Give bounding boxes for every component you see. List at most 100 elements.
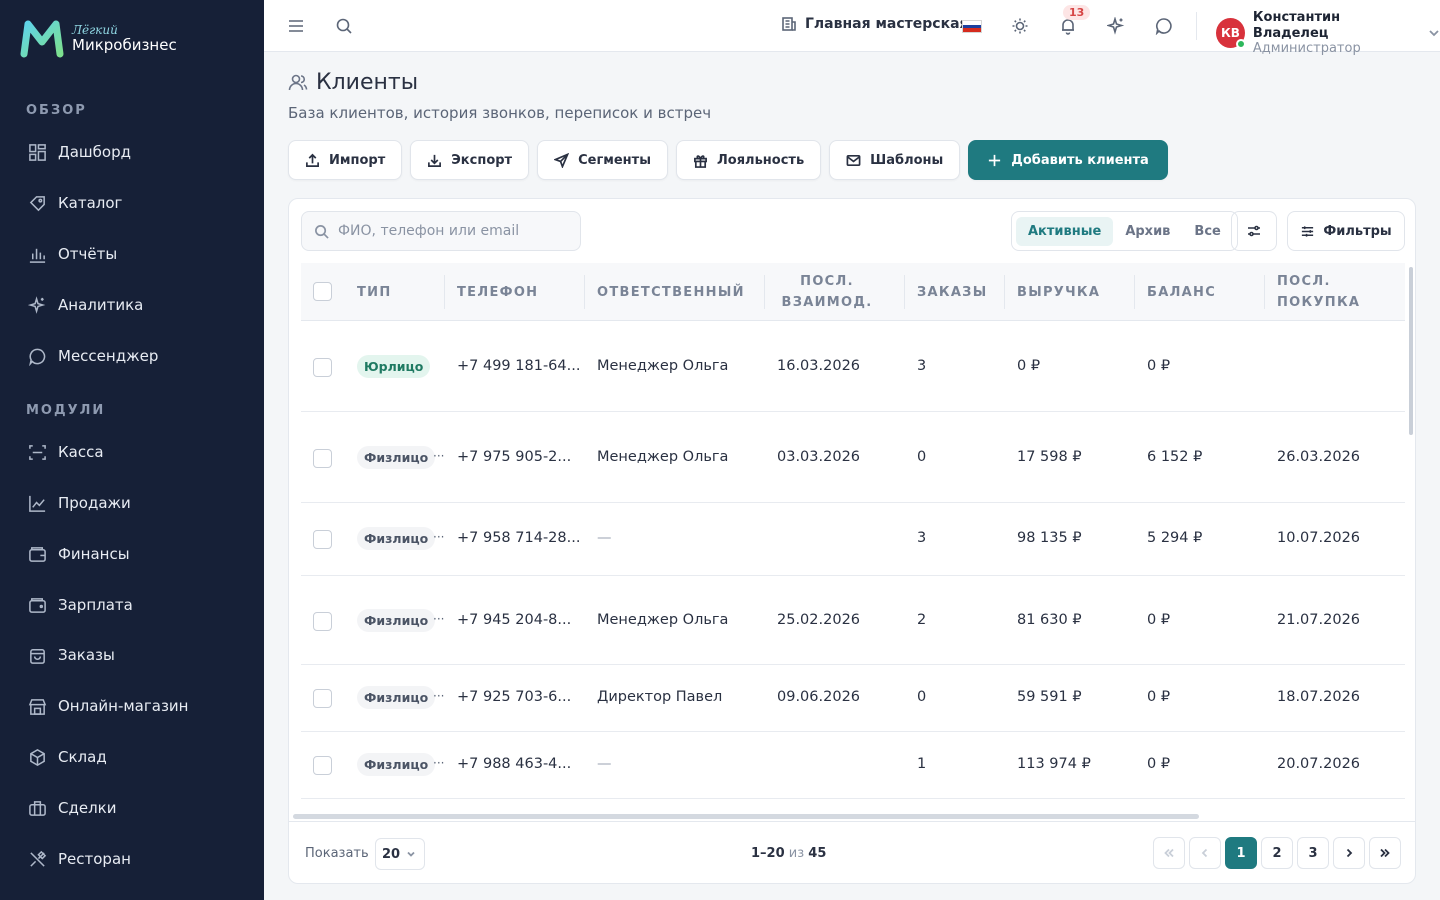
column-header-responsible[interactable]: ОТВЕТСТВЕННЫЙ	[597, 282, 745, 303]
ai-assistant-button[interactable]	[1105, 15, 1127, 37]
sidebar-item-deals[interactable]: Сделки	[28, 793, 116, 823]
column-header-balance[interactable]: БАЛАНС	[1147, 282, 1216, 303]
client-responsible: Директор Павел	[597, 689, 723, 705]
tab-active[interactable]: Активные	[1016, 216, 1114, 246]
sidebar-item-store[interactable]: Онлайн-магазин	[28, 691, 188, 721]
sidebar-item-restaurant[interactable]: Ресторан	[28, 844, 131, 874]
table-row[interactable]: Физлицо ··· +7 925 703-6... Директор Пав…	[301, 665, 1405, 732]
more-icon[interactable]: ···	[433, 612, 444, 626]
client-orders: 3	[917, 358, 927, 374]
app-logo[interactable]: Лёгкий Микробизнес	[20, 18, 177, 58]
column-header-last-purchase[interactable]: ПОСЛ. ПОКУПКА	[1277, 271, 1360, 313]
client-orders: 0	[917, 449, 927, 465]
finance-icon	[29, 546, 46, 562]
page-button-3[interactable]: 3	[1297, 837, 1329, 869]
sidebar-item-messenger[interactable]: Мессенджер	[28, 341, 158, 371]
table-row[interactable]: Физлицо ··· +7 958 714-28... — 3 98 135 …	[301, 503, 1405, 576]
row-checkbox[interactable]	[313, 449, 332, 468]
vertical-scrollbar[interactable]	[1409, 267, 1413, 435]
prev-page-button[interactable]	[1189, 837, 1221, 869]
tab-all[interactable]: Все	[1182, 217, 1232, 246]
column-header-last-interaction-line2: ВЗАИМОД.	[781, 295, 873, 310]
segments-button[interactable]: Сегменты	[537, 140, 668, 180]
menu-toggle-button[interactable]	[285, 15, 307, 37]
filters-button[interactable]: Фильтры	[1287, 211, 1405, 251]
more-icon[interactable]: ···	[433, 756, 444, 770]
sidebar-item-dashboard[interactable]: Дашборд	[28, 137, 131, 167]
tab-archive[interactable]: Архив	[1113, 217, 1182, 246]
page-size-select[interactable]: 20	[375, 838, 425, 870]
export-button-label: Экспорт	[451, 152, 513, 168]
client-last-interaction: 16.03.2026	[777, 358, 861, 374]
gift-icon	[694, 154, 707, 168]
sidebar: Лёгкий Микробизнес ОБЗОР Дашборд Каталог…	[0, 0, 264, 900]
select-all-checkbox[interactable]	[313, 282, 332, 301]
column-header-type[interactable]: ТИП	[357, 282, 392, 303]
sidebar-item-cashbox[interactable]: Касса	[28, 437, 104, 467]
client-orders: 2	[917, 612, 927, 628]
segments-button-label: Сегменты	[578, 152, 651, 168]
search-input[interactable]: ФИО, телефон или email	[301, 211, 581, 251]
column-header-orders[interactable]: ЗАКАЗЫ	[917, 282, 988, 303]
sidebar-item-label: Ресторан	[58, 850, 131, 868]
workshop-selector[interactable]: Главная мастерская	[781, 16, 969, 32]
column-settings-button[interactable]	[1231, 211, 1277, 251]
column-header-revenue[interactable]: ВЫРУЧКА	[1017, 282, 1100, 303]
chat-button[interactable]	[1153, 15, 1175, 37]
templates-button[interactable]: Шаблоны	[829, 140, 961, 180]
sidebar-item-reports[interactable]: Отчёты	[28, 239, 117, 269]
orders-icon	[30, 648, 45, 664]
sidebar-item-finance[interactable]: Финансы	[28, 539, 130, 569]
table-row[interactable]: Физлицо ··· +7 975 905-2... Менеджер Оль…	[301, 412, 1405, 503]
more-icon[interactable]: ···	[433, 689, 444, 703]
table-row[interactable]: Физлицо ··· +7 945 204-8... Менеджер Оль…	[301, 576, 1405, 665]
theme-toggle-button[interactable]	[1009, 15, 1031, 37]
global-search-button[interactable]	[333, 15, 355, 37]
row-checkbox[interactable]	[313, 358, 332, 377]
client-type-badge: Физлицо	[357, 686, 436, 709]
column-header-last-interaction[interactable]: ПОСЛ. ВЗАИМОД.	[777, 271, 877, 313]
client-revenue: 81 630 ₽	[1017, 612, 1082, 628]
row-checkbox[interactable]	[313, 612, 332, 631]
client-responsible: Менеджер Ольга	[597, 449, 729, 465]
sidebar-item-analytics[interactable]: Аналитика	[28, 290, 143, 320]
next-page-button[interactable]	[1333, 837, 1365, 869]
user-role: Администратор	[1252, 41, 1361, 57]
cashbox-icon	[29, 444, 46, 460]
column-header-phone[interactable]: ТЕЛЕФОН	[457, 282, 538, 303]
add-client-button[interactable]: Добавить клиента	[968, 140, 1168, 180]
more-icon[interactable]: ···	[433, 530, 444, 544]
column-separator	[1264, 275, 1265, 309]
row-checkbox[interactable]	[313, 756, 332, 775]
sidebar-item-orders[interactable]: Заказы	[28, 640, 115, 670]
page-button-2[interactable]: 2	[1261, 837, 1293, 869]
table-row[interactable]: Юрлицо +7 499 181-64... Менеджер Ольга 1…	[301, 322, 1405, 412]
export-button[interactable]: Экспорт	[410, 140, 530, 180]
more-icon[interactable]: ···	[433, 449, 444, 463]
client-phone: +7 958 714-28...	[457, 530, 581, 546]
range-total: 45	[808, 846, 827, 861]
horizontal-scrollbar[interactable]	[293, 814, 1199, 819]
page-button-1[interactable]: 1	[1225, 837, 1257, 869]
sidebar-item-salary[interactable]: Зарплата	[28, 590, 133, 620]
table-row[interactable]: Физлицо ··· +7 988 463-4... — 1 113 974 …	[301, 732, 1405, 799]
plus-icon	[989, 154, 1001, 166]
client-revenue: 17 598 ₽	[1017, 449, 1082, 465]
sidebar-item-sales[interactable]: Продажи	[28, 488, 131, 518]
row-checkbox[interactable]	[313, 689, 332, 708]
sidebar-item-catalog[interactable]: Каталог	[28, 188, 122, 218]
filter-icon	[1302, 225, 1314, 237]
language-flag-button[interactable]	[962, 20, 982, 33]
loyalty-button[interactable]: Лояльность	[675, 140, 822, 180]
sidebar-item-warehouse[interactable]: Склад	[28, 742, 107, 772]
last-page-button[interactable]	[1369, 837, 1401, 869]
row-checkbox[interactable]	[313, 530, 332, 549]
column-header-last-interaction-line1: ПОСЛ.	[800, 274, 854, 289]
first-page-button[interactable]	[1153, 837, 1185, 869]
user-menu[interactable]: КВ Константин Владелец Администратор	[1216, 10, 1440, 57]
sidebar-item-label: Онлайн-магазин	[58, 697, 189, 715]
user-name: Константин Владелец	[1252, 10, 1341, 41]
sales-icon	[29, 495, 46, 512]
client-orders: 1	[917, 756, 927, 772]
import-button[interactable]: Импорт	[288, 140, 403, 180]
